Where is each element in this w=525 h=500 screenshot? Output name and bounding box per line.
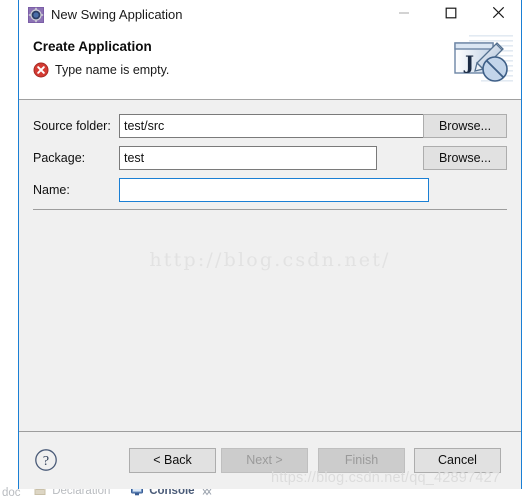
help-button[interactable]: ? xyxy=(34,448,58,472)
new-swing-application-dialog: New Swing Application Create Application xyxy=(18,0,522,489)
error-icon xyxy=(33,62,49,78)
footer-watermark: https://blog.csdn.net/qq_42897427 xyxy=(271,470,501,486)
name-input[interactable] xyxy=(119,178,429,202)
form-separator xyxy=(33,209,507,210)
minimize-button[interactable] xyxy=(381,0,427,30)
java-swing-wizard-icon: J xyxy=(451,33,513,88)
close-button[interactable] xyxy=(475,0,521,30)
page-title: Create Application xyxy=(33,39,152,54)
maximize-button[interactable] xyxy=(428,0,474,30)
field-row-source-folder: Source folder: Browse... xyxy=(19,114,521,138)
wizard-body: Source folder: Browse... Package: Browse… xyxy=(19,100,521,489)
dialog-title: New Swing Application xyxy=(51,7,183,22)
back-button[interactable]: < Back xyxy=(129,448,216,473)
field-row-name: Name: xyxy=(19,178,521,202)
package-input[interactable] xyxy=(119,146,377,170)
dialog-titlebar[interactable]: New Swing Application xyxy=(19,0,521,31)
svg-text:?: ? xyxy=(43,454,49,469)
source-folder-browse-button[interactable]: Browse... xyxy=(423,114,507,138)
source-folder-label: Source folder: xyxy=(33,119,111,133)
name-label: Name: xyxy=(33,183,70,197)
field-row-package: Package: Browse... xyxy=(19,146,521,170)
source-folder-input[interactable] xyxy=(119,114,429,138)
wizard-header: Create Application Type name is empty. J xyxy=(19,31,521,100)
swing-app-icon xyxy=(28,7,44,23)
validation-message-row: Type name is empty. xyxy=(33,62,169,78)
minimize-icon xyxy=(398,6,410,24)
wizard-footer: ? < Back Next > Finish Cancel https://bl… xyxy=(19,431,521,489)
package-label: Package: xyxy=(33,151,86,165)
svg-text:J: J xyxy=(463,52,474,74)
validation-message: Type name is empty. xyxy=(55,63,170,77)
body-watermark: http://blog.csdn.net/ xyxy=(149,249,391,271)
close-icon xyxy=(492,6,505,24)
package-browse-button[interactable]: Browse... xyxy=(423,146,507,170)
maximize-icon xyxy=(445,6,457,24)
